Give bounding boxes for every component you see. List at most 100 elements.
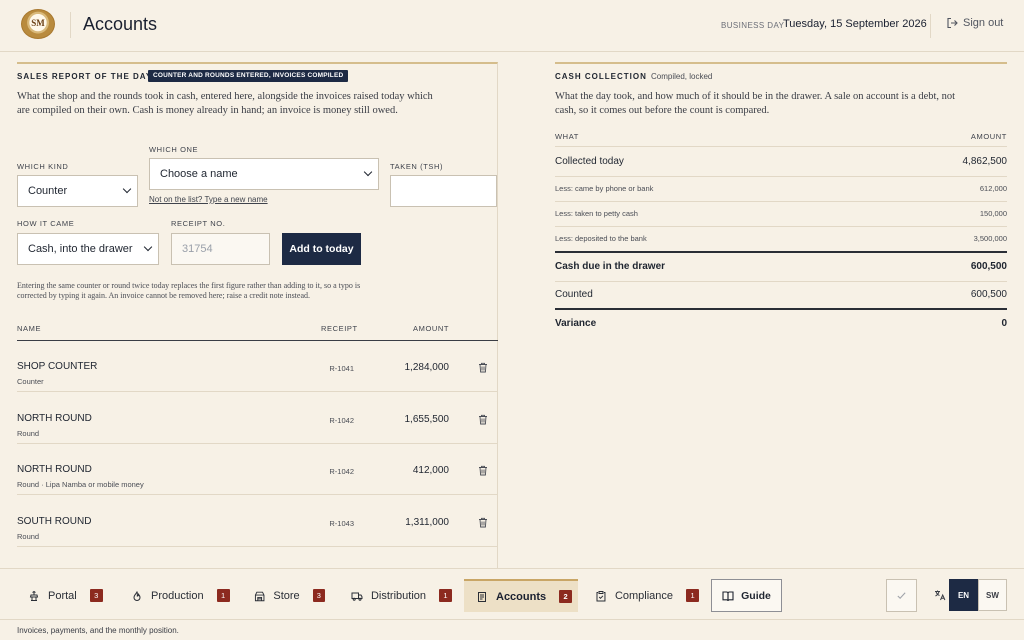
row-name: SHOP COUNTER [17, 361, 98, 372]
portal-icon [29, 590, 39, 601]
sign-out-button[interactable]: Sign out [946, 17, 1003, 29]
row-amount: 1,311,000 [405, 516, 449, 528]
cash-row-rule [555, 176, 1007, 177]
notification-badge: 1 [439, 589, 452, 602]
notification-badge: 3 [312, 589, 325, 602]
header-divider-right [930, 14, 931, 38]
nav-tab-label: Accounts [496, 590, 547, 603]
cash-header-rule [555, 146, 1007, 147]
cash-collection-status: Compiled, locked [651, 72, 713, 81]
cash-row-label: Less: came by phone or bank [555, 184, 654, 193]
row-amount: 1,655,500 [404, 413, 450, 425]
taken-label: TAKEN (TSH) [390, 162, 444, 171]
cash-row-label: Counted [555, 289, 593, 300]
trash-icon[interactable] [478, 463, 488, 476]
cash-row-rule [555, 281, 1007, 282]
language-en-button[interactable]: EN [949, 579, 978, 611]
store-icon [254, 591, 265, 601]
column-what: WHAT [555, 132, 579, 141]
notification-badge: 1 [686, 589, 699, 602]
status-badge: COUNTER AND ROUNDS ENTERED, INVOICES COM… [148, 70, 349, 82]
check-icon [897, 592, 906, 600]
flame-icon [133, 590, 141, 601]
row-receipt: R-1042 [329, 467, 354, 476]
cash-row-rule [555, 251, 1007, 253]
receipt-placeholder: 31754 [182, 243, 213, 255]
notification-badge: 3 [89, 589, 103, 602]
sign-out-label: Sign out [963, 17, 1004, 29]
kind-select[interactable]: Counter [17, 175, 138, 207]
footer-rule [0, 619, 1024, 620]
cash-row-rule [555, 226, 1007, 227]
notification-badge: 1 [216, 589, 230, 602]
truck-icon [351, 592, 363, 601]
cash-description: What the day took, and how much of it sh… [555, 91, 956, 116]
cash-row-rule [555, 308, 1007, 310]
cash-row-rule [555, 201, 1007, 202]
which-one-select[interactable]: Choose a name [149, 158, 379, 190]
nav-tab-accounts[interactable]: Accounts 2 [464, 579, 578, 612]
document-icon [478, 591, 486, 602]
sales-description: What the shop and the rounds took in cas… [17, 91, 433, 116]
business-day-label: BUSINESS DAY [721, 21, 785, 30]
page-title: Accounts [83, 14, 158, 34]
trash-icon[interactable] [478, 360, 488, 373]
chevron-down-icon [143, 242, 153, 252]
cash-row-label: Variance [555, 318, 597, 329]
receipt-label: RECEIPT NO. [171, 219, 226, 228]
nav-tab-production[interactable]: Production 1 [120, 579, 230, 612]
translate-icon [935, 590, 946, 601]
cash-row-amount: 0 [1001, 318, 1007, 329]
footer-caption: Invoices, payments, and the monthly posi… [17, 626, 179, 635]
receipt-input[interactable]: 31754 [171, 233, 270, 265]
nav-tab-distribution[interactable]: Distribution 1 [340, 579, 452, 612]
new-name-link[interactable]: Not on the list? Type a new name [149, 195, 268, 204]
row-kind: Round [17, 531, 40, 541]
cash-row-amount: 612,000 [979, 184, 1007, 193]
nav-tab-portal[interactable]: Portal 3 [17, 579, 107, 612]
table-row: NORTH ROUND Round · Lipa Namba or mobile … [17, 444, 498, 495]
table-row: SHOP COUNTER Counter R-1041 1,284,000 [17, 341, 498, 392]
nav-tab-label: Compliance [614, 589, 674, 602]
row-amount: 1,284,000 [404, 362, 450, 373]
bottom-navigation: Portal 3 Production 1 Store 3 Distribution 1 Acc… [0, 568, 1024, 640]
cash-row-label: Less: deposited to the bank [555, 234, 647, 243]
nav-tab-store[interactable]: Store 3 [243, 579, 325, 612]
row-name: SOUTH ROUND [17, 515, 92, 527]
cash-collection-panel: CASH COLLECTION Compiled, locked What th… [555, 62, 1007, 329]
nav-tab-label: Store [273, 589, 300, 602]
table-row: NORTH ROUND Round R-1042 1,655,500 [17, 393, 498, 444]
which-one-select-value: Choose a name [160, 168, 238, 180]
sales-report-title: SALES REPORT OF THE DAY [17, 72, 153, 81]
nav-tab-label: Portal [48, 589, 77, 602]
kind-select-value: Counter [28, 185, 68, 197]
trash-icon[interactable] [478, 412, 488, 424]
guide-label: Guide [741, 589, 771, 602]
nav-tab-label: Distribution [370, 589, 427, 602]
row-receipt: R-1043 [329, 518, 354, 528]
row-kind: Round · Lipa Namba or mobile money [17, 480, 144, 489]
confirm-button[interactable] [886, 579, 917, 612]
sales-report-panel: SALES REPORT OF THE DAY COUNTER AND ROUN… [17, 62, 498, 568]
cash-row-label: Cash due in the drawer [555, 261, 666, 272]
language-sw-button[interactable]: SW [978, 579, 1007, 611]
trash-icon[interactable] [478, 515, 488, 527]
row-name: NORTH ROUND [17, 412, 92, 424]
cash-row-amount: 4,862,500 [962, 156, 1008, 167]
notification-badge: 2 [559, 590, 573, 603]
company-logo: SM [21, 9, 55, 39]
add-to-today-button[interactable]: Add to today [282, 233, 361, 265]
nav-tab-compliance[interactable]: Compliance 1 [584, 579, 699, 612]
row-receipt: R-1041 [329, 364, 354, 373]
cash-row-amount: 600,500 [970, 289, 1007, 300]
row-kind: Counter [17, 377, 44, 386]
table-row: SOUTH ROUND Round R-1043 1,311,000 [17, 496, 498, 547]
how-it-came-value: Cash, into the drawer [28, 243, 133, 255]
business-day-value: Tuesday, 15 September 2026 [783, 18, 927, 30]
guide-button[interactable]: Guide [711, 579, 782, 612]
taken-input[interactable] [390, 175, 497, 207]
cash-row-label: Collected today [555, 156, 624, 167]
how-it-came-select[interactable]: Cash, into the drawer [17, 233, 159, 265]
top-bar: SM Accounts BUSINESS DAY Tuesday, 15 Sep… [0, 0, 1024, 52]
row-receipt: R-1042 [329, 415, 354, 425]
